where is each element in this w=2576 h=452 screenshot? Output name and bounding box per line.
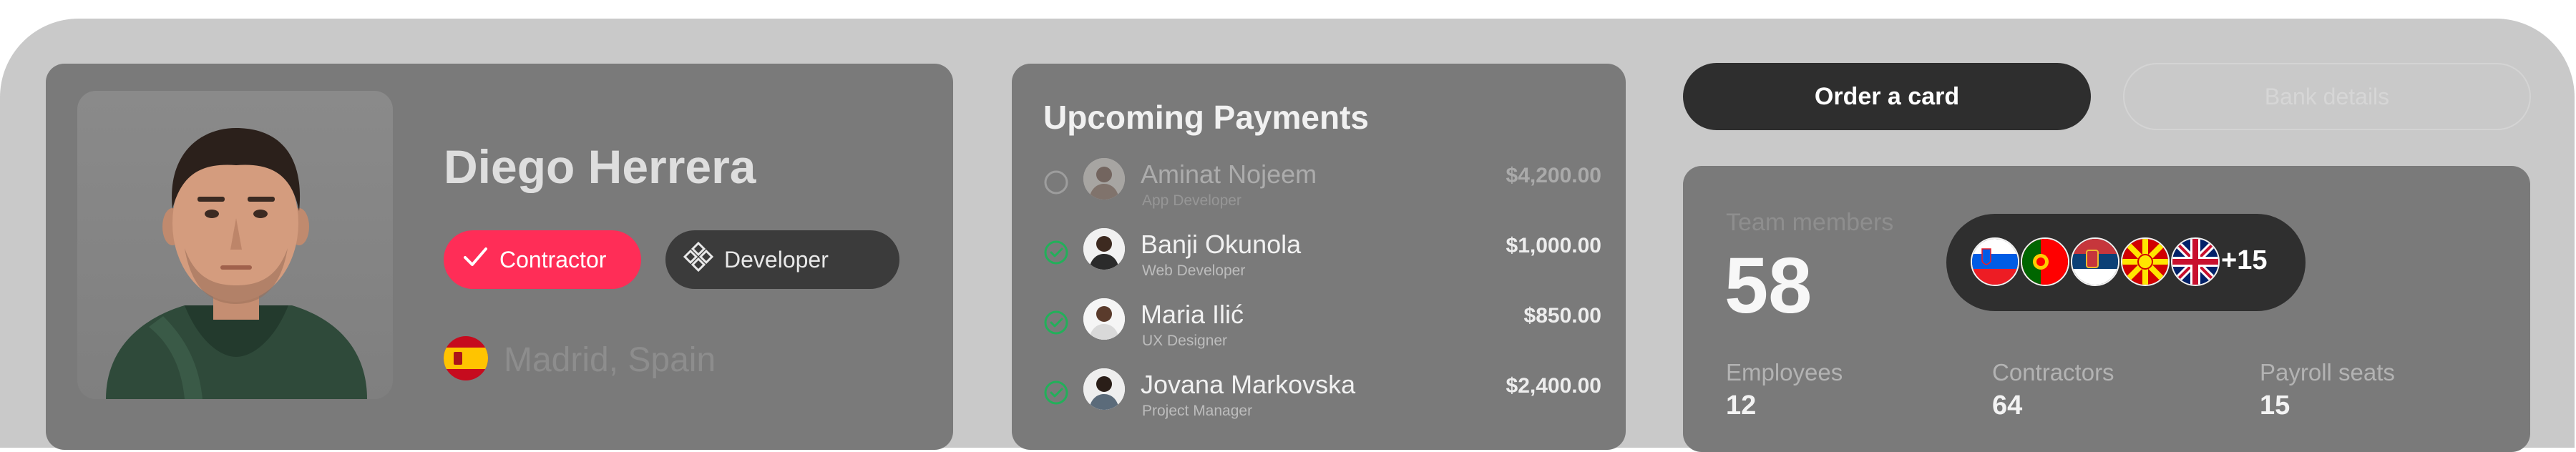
stat-label: Contractors xyxy=(1992,359,2114,385)
avatar xyxy=(1083,298,1125,340)
contractor-tag-label: Contractor xyxy=(499,246,607,272)
profile-name: Diego Herrera xyxy=(444,140,756,193)
flags-pill[interactable]: +15 xyxy=(1946,214,2306,311)
order-card-button[interactable]: Order a card xyxy=(1683,63,2091,130)
check-circle-icon[interactable] xyxy=(1043,240,1069,265)
payee-name: Jovana Markovska xyxy=(1141,370,1356,399)
uk-flag-icon xyxy=(2171,237,2220,286)
team-members-count: 58 xyxy=(1724,242,1813,330)
stat-contractors: Contractors 64 xyxy=(1992,359,2114,421)
location-text: Madrid, Spain xyxy=(504,341,716,379)
check-icon xyxy=(461,242,489,277)
payee-name: Maria Ilić xyxy=(1141,300,1244,329)
payment-row[interactable]: Maria Ilić UX Designer $850.00 xyxy=(1043,297,1601,354)
bank-details-button[interactable]: Bank details xyxy=(2123,63,2531,130)
profile-location: Madrid, Spain xyxy=(444,336,716,384)
payee-name: Banji Okunola xyxy=(1141,230,1302,259)
avatar xyxy=(1083,368,1125,410)
team-members-card: Team members 58 +15 Employees 12 Contrac… xyxy=(1683,166,2530,452)
payment-row[interactable]: Banji Okunola Web Developer $1,000.00 xyxy=(1043,227,1601,284)
payee-role: Project Manager xyxy=(1142,403,1253,419)
upcoming-payments-card: Upcoming Payments Aminat Nojeem App Deve… xyxy=(1012,64,1626,450)
stat-label: Payroll seats xyxy=(2260,359,2395,385)
payment-amount: $4,200.00 xyxy=(1506,164,1601,187)
payee-role: UX Designer xyxy=(1142,333,1228,349)
portugal-flag-icon xyxy=(2021,237,2069,286)
empty-circle-icon[interactable] xyxy=(1043,170,1069,195)
flags-more-count: +15 xyxy=(2221,245,2268,275)
payment-row[interactable]: Aminat Nojeem App Developer $4,200.00 xyxy=(1043,157,1601,214)
stat-employees: Employees 12 xyxy=(1726,359,1843,421)
serbia-flag-icon xyxy=(2071,237,2119,286)
payment-amount: $2,400.00 xyxy=(1506,374,1601,398)
team-members-label: Team members xyxy=(1726,209,1894,236)
stat-value: 64 xyxy=(1992,390,2023,421)
avatar xyxy=(1083,158,1125,200)
check-circle-icon[interactable] xyxy=(1043,380,1069,406)
avatar xyxy=(1083,228,1125,270)
payee-role: App Developer xyxy=(1142,192,1241,209)
stat-label: Employees xyxy=(1726,359,1843,385)
check-circle-icon[interactable] xyxy=(1043,310,1069,335)
payee-role: Web Developer xyxy=(1142,262,1246,279)
payment-amount: $850.00 xyxy=(1523,304,1601,328)
slovenia-flag-icon xyxy=(1971,237,2019,286)
payee-name: Aminat Nojeem xyxy=(1141,159,1317,189)
north-macedonia-flag-icon xyxy=(2121,237,2170,286)
contractor-tag[interactable]: Contractor xyxy=(444,230,641,289)
components-icon xyxy=(683,241,714,278)
stat-value: 12 xyxy=(1726,390,1757,421)
developer-tag[interactable]: Developer xyxy=(665,230,899,289)
profile-card: Diego Herrera Contractor Developer Madri… xyxy=(46,64,953,450)
spain-flag-icon xyxy=(444,336,488,384)
payments-title: Upcoming Payments xyxy=(1043,99,1369,136)
payment-amount: $1,000.00 xyxy=(1506,234,1601,257)
stat-payroll-seats: Payroll seats 15 xyxy=(2260,359,2395,421)
stat-value: 15 xyxy=(2260,390,2290,421)
payment-row[interactable]: Jovana Markovska Project Manager $2,400.… xyxy=(1043,367,1601,424)
profile-photo xyxy=(77,91,393,399)
developer-tag-label: Developer xyxy=(724,246,829,272)
